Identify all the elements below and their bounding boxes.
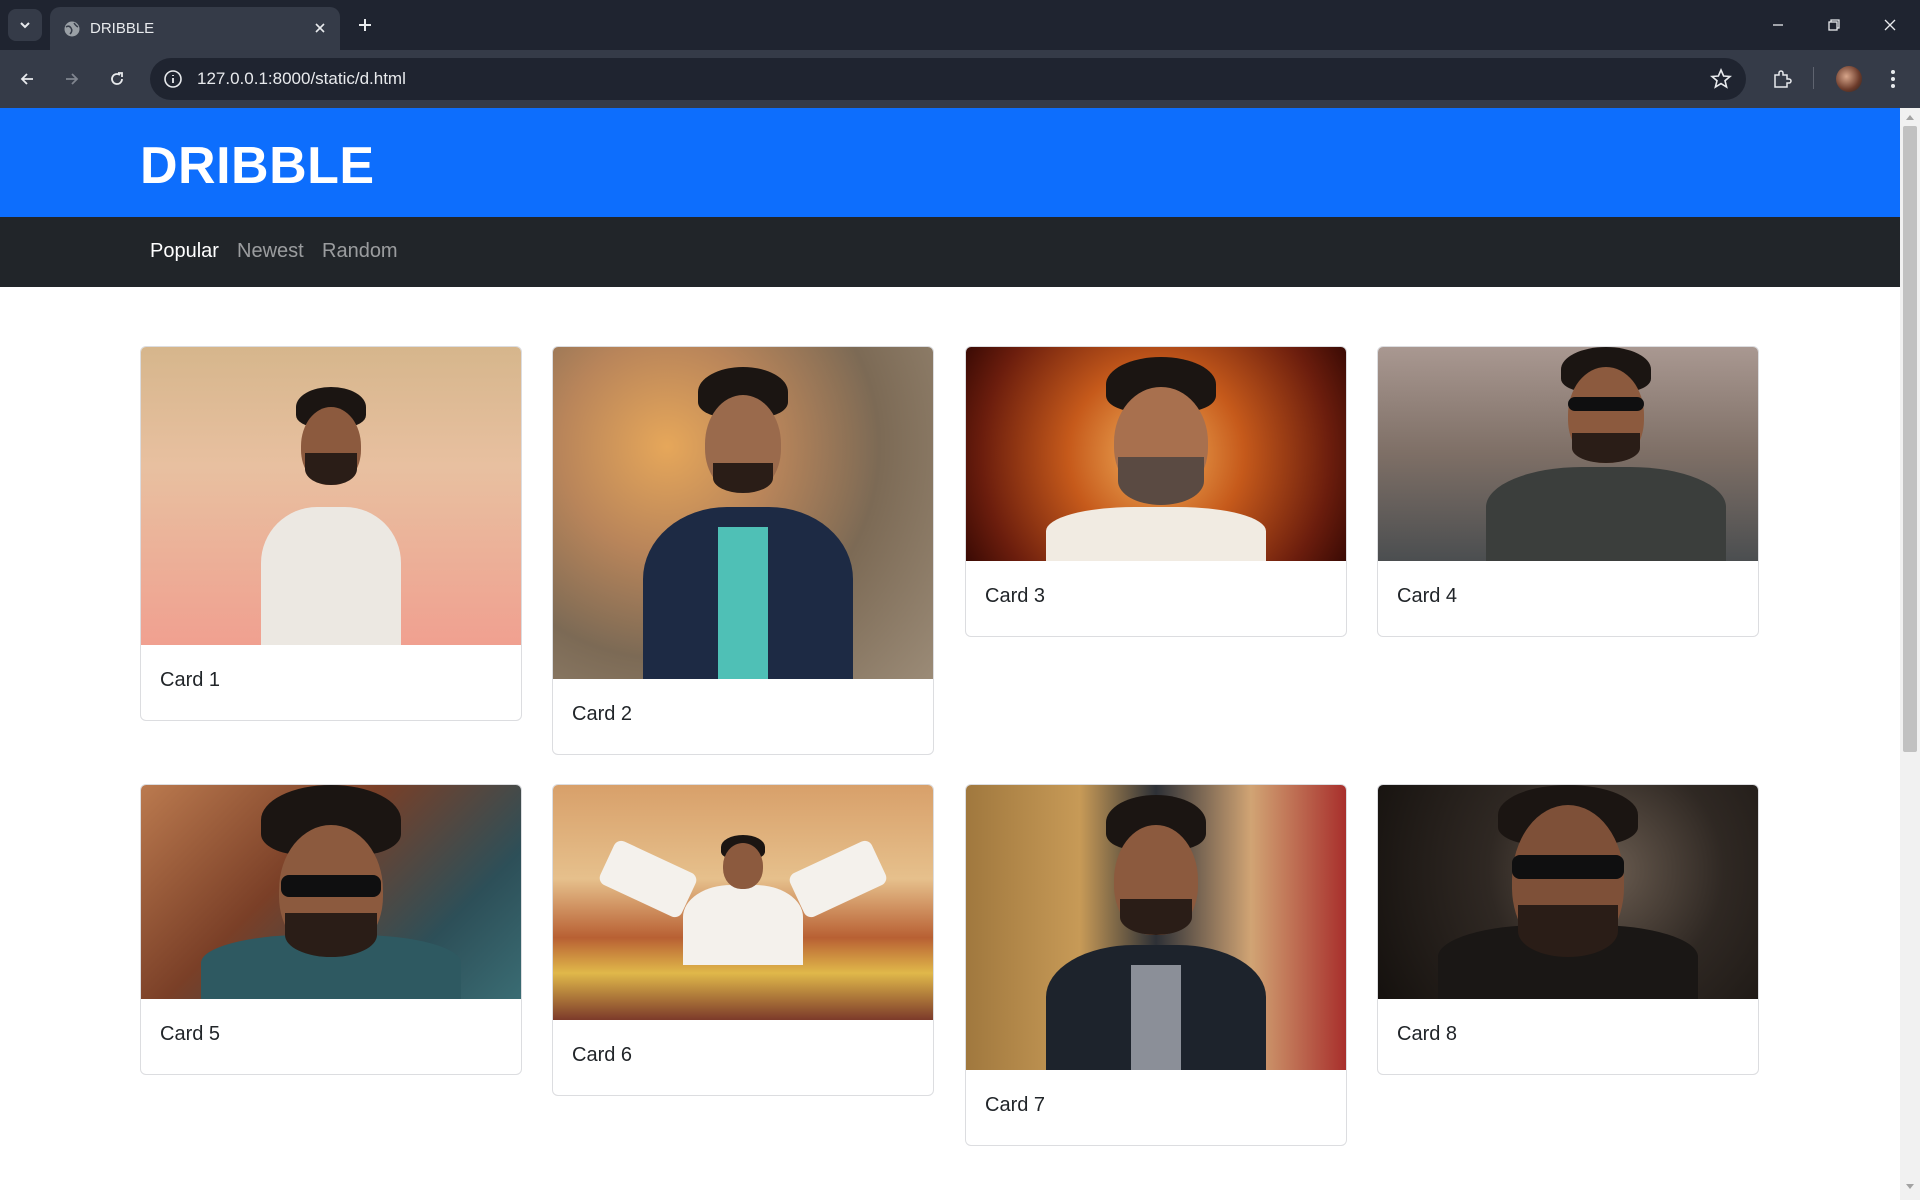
scroll-up-button[interactable] [1900, 110, 1920, 124]
card-image [141, 347, 521, 645]
card[interactable]: Card 5 [140, 784, 522, 1075]
nav-link-newest[interactable]: Newest [237, 240, 304, 263]
close-icon [315, 23, 325, 33]
close-window-button[interactable] [1862, 0, 1918, 50]
globe-icon [64, 21, 80, 37]
browser-tab-bar: DRIBBLE [0, 0, 1920, 50]
card[interactable]: Card 8 [1377, 784, 1759, 1075]
card-image [966, 785, 1346, 1070]
info-icon [164, 70, 182, 88]
card[interactable]: Card 3 [965, 346, 1347, 637]
card[interactable]: Card 1 [140, 346, 522, 721]
arrow-right-icon [66, 73, 79, 85]
profile-avatar[interactable] [1836, 66, 1862, 92]
card-title: Card 2 [572, 703, 633, 725]
card-image [141, 785, 521, 999]
card-image [966, 347, 1346, 561]
url-text: 127.0.0.1:8000/static/d.html [197, 69, 406, 88]
more-vert-icon [1891, 70, 1895, 88]
card-title: Card 5 [160, 1023, 221, 1045]
page-viewport: DRIBBLE Popular Newest Random Card 1 Car… [0, 108, 1900, 1200]
card-title: Card 7 [985, 1094, 1046, 1116]
site-title: DRIBBLE [140, 137, 375, 195]
card[interactable]: Card 6 [552, 784, 934, 1096]
restore-icon [1828, 19, 1840, 31]
nav-link-random[interactable]: Random [322, 240, 398, 263]
chevron-down-icon [20, 22, 30, 29]
bookmark-star-icon[interactable] [1710, 68, 1732, 90]
address-bar[interactable]: 127.0.0.1:8000/static/d.html [150, 58, 1746, 100]
browser-toolbar: 127.0.0.1:8000/static/d.html [0, 50, 1920, 108]
reload-icon [111, 72, 123, 85]
card-title: Card 1 [160, 669, 221, 691]
tab-title: DRIBBLE [90, 20, 155, 37]
card-title: Card 4 [1397, 585, 1458, 607]
new-tab-button[interactable] [352, 12, 378, 38]
scroll-down-button[interactable] [1900, 1180, 1920, 1194]
card-image [1378, 347, 1758, 561]
minimize-button[interactable] [1750, 0, 1806, 50]
card-image [1378, 785, 1758, 999]
puzzle-icon [1774, 70, 1792, 88]
card[interactable]: Card 7 [965, 784, 1347, 1146]
close-icon [1884, 19, 1896, 31]
tab-close-button[interactable] [310, 18, 330, 38]
menu-button[interactable] [1876, 62, 1910, 96]
scrollbar-thumb[interactable] [1903, 126, 1917, 752]
card[interactable]: Card 2 [552, 346, 934, 755]
tab-search-button[interactable] [8, 9, 42, 41]
caret-up-icon [1906, 115, 1914, 120]
card-title: Card 3 [985, 585, 1046, 607]
arrow-left-icon [20, 73, 33, 85]
card-title: Card 8 [1397, 1023, 1458, 1045]
card-image [553, 785, 933, 1020]
nav-link-popular[interactable]: Popular [150, 240, 219, 263]
toolbar-divider [1813, 67, 1814, 89]
caret-down-icon [1906, 1184, 1914, 1189]
card-title: Card 6 [572, 1044, 633, 1066]
extensions-button[interactable] [1765, 62, 1799, 96]
card[interactable]: Card 4 [1377, 346, 1759, 637]
reload-button[interactable] [100, 62, 134, 96]
back-button[interactable] [10, 62, 44, 96]
site-nav: Popular Newest Random [0, 217, 1900, 287]
card-image [553, 347, 933, 679]
minimize-icon [1773, 24, 1783, 26]
forward-button[interactable] [55, 62, 89, 96]
restore-button[interactable] [1806, 0, 1862, 50]
browser-tab[interactable]: DRIBBLE [50, 7, 340, 50]
site-header: DRIBBLE [0, 108, 1900, 217]
plus-icon [359, 19, 371, 31]
